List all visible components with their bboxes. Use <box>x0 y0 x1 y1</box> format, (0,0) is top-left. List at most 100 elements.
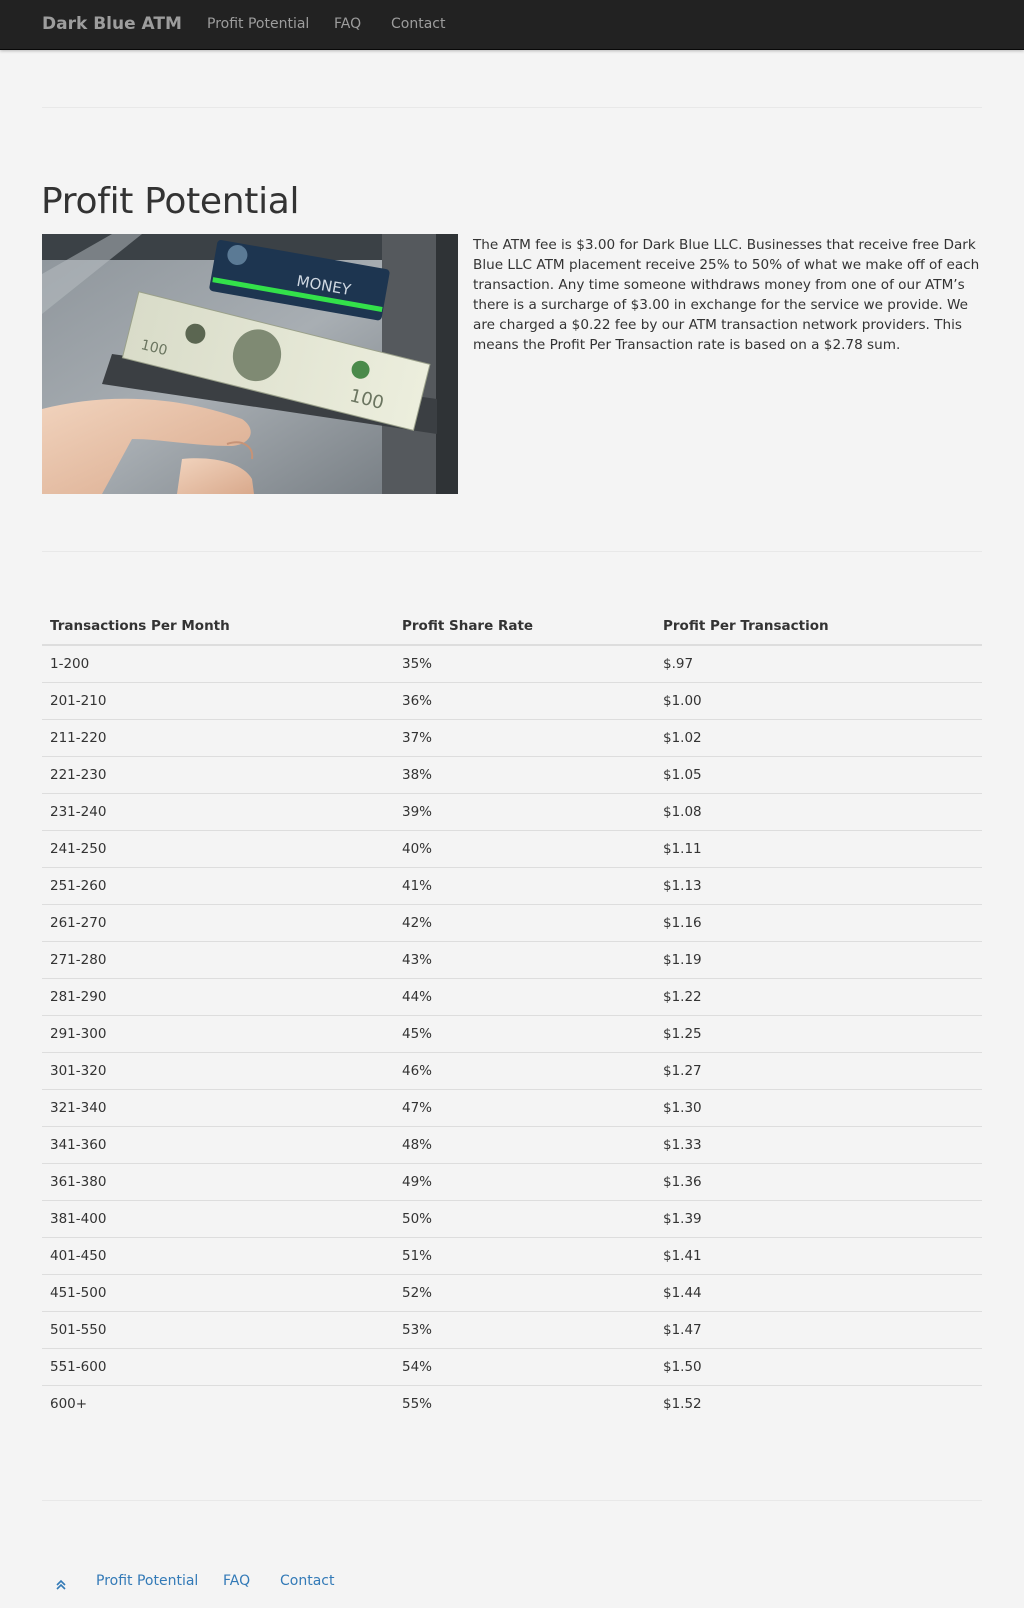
cell-profit: $1.13 <box>655 866 982 904</box>
cell-profit: $1.27 <box>655 1051 982 1089</box>
cell-profit: $1.08 <box>655 792 982 830</box>
profit-table: Transactions Per Month Profit Share Rate… <box>42 607 982 1422</box>
table-row: 551-600 54% $1.50 <box>42 1347 982 1385</box>
cell-share-rate: 47% <box>394 1088 655 1126</box>
table-row: 301-320 46% $1.27 <box>42 1051 982 1089</box>
header-profit-per-transaction: Profit Per Transaction <box>655 607 982 646</box>
table-row: 281-290 44% $1.22 <box>42 977 982 1015</box>
table-row: 261-270 42% $1.16 <box>42 903 982 941</box>
cell-profit: $1.30 <box>655 1088 982 1126</box>
table-row: 451-500 52% $1.44 <box>42 1273 982 1311</box>
cell-transactions: 401-450 <box>42 1236 394 1274</box>
cell-share-rate: 36% <box>394 681 655 719</box>
table-row: 321-340 47% $1.30 <box>42 1088 982 1126</box>
table-header-row: Transactions Per Month Profit Share Rate… <box>42 607 982 646</box>
cell-profit: $1.02 <box>655 718 982 756</box>
cell-share-rate: 39% <box>394 792 655 830</box>
brand-link[interactable]: Dark Blue ATM <box>42 14 182 34</box>
divider <box>42 1500 982 1501</box>
cell-profit: $1.22 <box>655 977 982 1015</box>
table-row: 231-240 39% $1.08 <box>42 792 982 830</box>
cell-share-rate: 50% <box>394 1199 655 1237</box>
cell-share-rate: 42% <box>394 903 655 941</box>
cell-share-rate: 48% <box>394 1125 655 1163</box>
table-row: 251-260 41% $1.13 <box>42 866 982 904</box>
cell-share-rate: 49% <box>394 1162 655 1200</box>
nav-profit-potential[interactable]: Profit Potential <box>207 16 309 32</box>
cell-profit: $1.47 <box>655 1310 982 1348</box>
table-row: 381-400 50% $1.39 <box>42 1199 982 1237</box>
cell-share-rate: 43% <box>394 940 655 978</box>
cell-profit: $1.44 <box>655 1273 982 1311</box>
header-profit-share-rate: Profit Share Rate <box>394 607 655 646</box>
table-row: 341-360 48% $1.33 <box>42 1125 982 1163</box>
cell-transactions: 551-600 <box>42 1347 394 1385</box>
header-transactions-per-month: Transactions Per Month <box>42 607 394 646</box>
cell-share-rate: 52% <box>394 1273 655 1311</box>
cell-profit: $1.36 <box>655 1162 982 1200</box>
cell-share-rate: 40% <box>394 829 655 867</box>
cell-profit: $1.41 <box>655 1236 982 1274</box>
nav-contact[interactable]: Contact <box>391 16 445 32</box>
cell-share-rate: 37% <box>394 718 655 756</box>
cell-transactions: 231-240 <box>42 792 394 830</box>
cell-profit: $1.39 <box>655 1199 982 1237</box>
cell-transactions: 261-270 <box>42 903 394 941</box>
table-row: 291-300 45% $1.25 <box>42 1014 982 1052</box>
footer-contact[interactable]: Contact <box>280 1573 334 1589</box>
cell-transactions: 451-500 <box>42 1273 394 1311</box>
cell-transactions: 361-380 <box>42 1162 394 1200</box>
intro-paragraph: The ATM fee is $3.00 for Dark Blue LLC. … <box>473 237 980 353</box>
cell-transactions: 1-200 <box>50 655 90 672</box>
cell-profit: $1.52 <box>655 1384 982 1422</box>
table-row: 361-380 49% $1.36 <box>42 1162 982 1200</box>
cell-share-rate: 38% <box>394 755 655 793</box>
cell-share-rate: 54% <box>394 1347 655 1385</box>
cell-share-rate: 55% <box>394 1384 655 1422</box>
cell-transactions: 321-340 <box>42 1088 394 1126</box>
table-row: 401-450 51% $1.41 <box>42 1236 982 1274</box>
cell-transactions: 241-250 <box>42 829 394 867</box>
cell-share-rate: 51% <box>394 1236 655 1274</box>
table-row: 1-200 35% $.97 <box>42 645 982 682</box>
cell-profit: $1.50 <box>655 1347 982 1385</box>
cell-profit: $1.05 <box>655 755 982 793</box>
nav-faq[interactable]: FAQ <box>334 16 361 32</box>
cell-share-rate: 35% <box>402 655 433 672</box>
cell-share-rate: 41% <box>394 866 655 904</box>
double-chevron-up-icon[interactable] <box>55 1577 67 1591</box>
cell-transactions: 341-360 <box>42 1125 394 1163</box>
cell-transactions: 271-280 <box>42 940 394 978</box>
divider <box>42 551 982 552</box>
table-row: 600+ 55% $1.52 <box>42 1384 982 1422</box>
cell-profit: $1.25 <box>655 1014 982 1052</box>
atm-image: MONEY 100 100 <box>42 234 458 494</box>
cell-transactions: 600+ <box>42 1384 394 1422</box>
cell-transactions: 211-220 <box>42 718 394 756</box>
cell-profit: $1.33 <box>655 1125 982 1163</box>
cell-transactions: 291-300 <box>42 1014 394 1052</box>
table-row: 501-550 53% $1.47 <box>42 1310 982 1348</box>
cell-profit: $.97 <box>663 655 694 672</box>
cell-profit: $1.19 <box>655 940 982 978</box>
page-title: Profit Potential <box>41 181 300 222</box>
cell-profit: $1.11 <box>655 829 982 867</box>
cell-profit: $1.16 <box>655 903 982 941</box>
table-row: 201-210 36% $1.00 <box>42 681 982 719</box>
table-row: 241-250 40% $1.11 <box>42 829 982 867</box>
cell-profit: $1.00 <box>655 681 982 719</box>
divider <box>42 107 982 108</box>
cell-transactions: 501-550 <box>42 1310 394 1348</box>
footer-faq[interactable]: FAQ <box>223 1573 250 1589</box>
cell-transactions: 381-400 <box>42 1199 394 1237</box>
cell-share-rate: 53% <box>394 1310 655 1348</box>
cell-transactions: 221-230 <box>42 755 394 793</box>
cell-transactions: 201-210 <box>42 681 394 719</box>
top-navbar: Dark Blue ATM Profit Potential FAQ Conta… <box>0 0 1024 50</box>
footer-profit-potential[interactable]: Profit Potential <box>96 1573 198 1589</box>
cell-share-rate: 45% <box>394 1014 655 1052</box>
cell-share-rate: 44% <box>394 977 655 1015</box>
cell-transactions: 301-320 <box>42 1051 394 1089</box>
cell-transactions: 251-260 <box>42 866 394 904</box>
table-row: 221-230 38% $1.05 <box>42 755 982 793</box>
